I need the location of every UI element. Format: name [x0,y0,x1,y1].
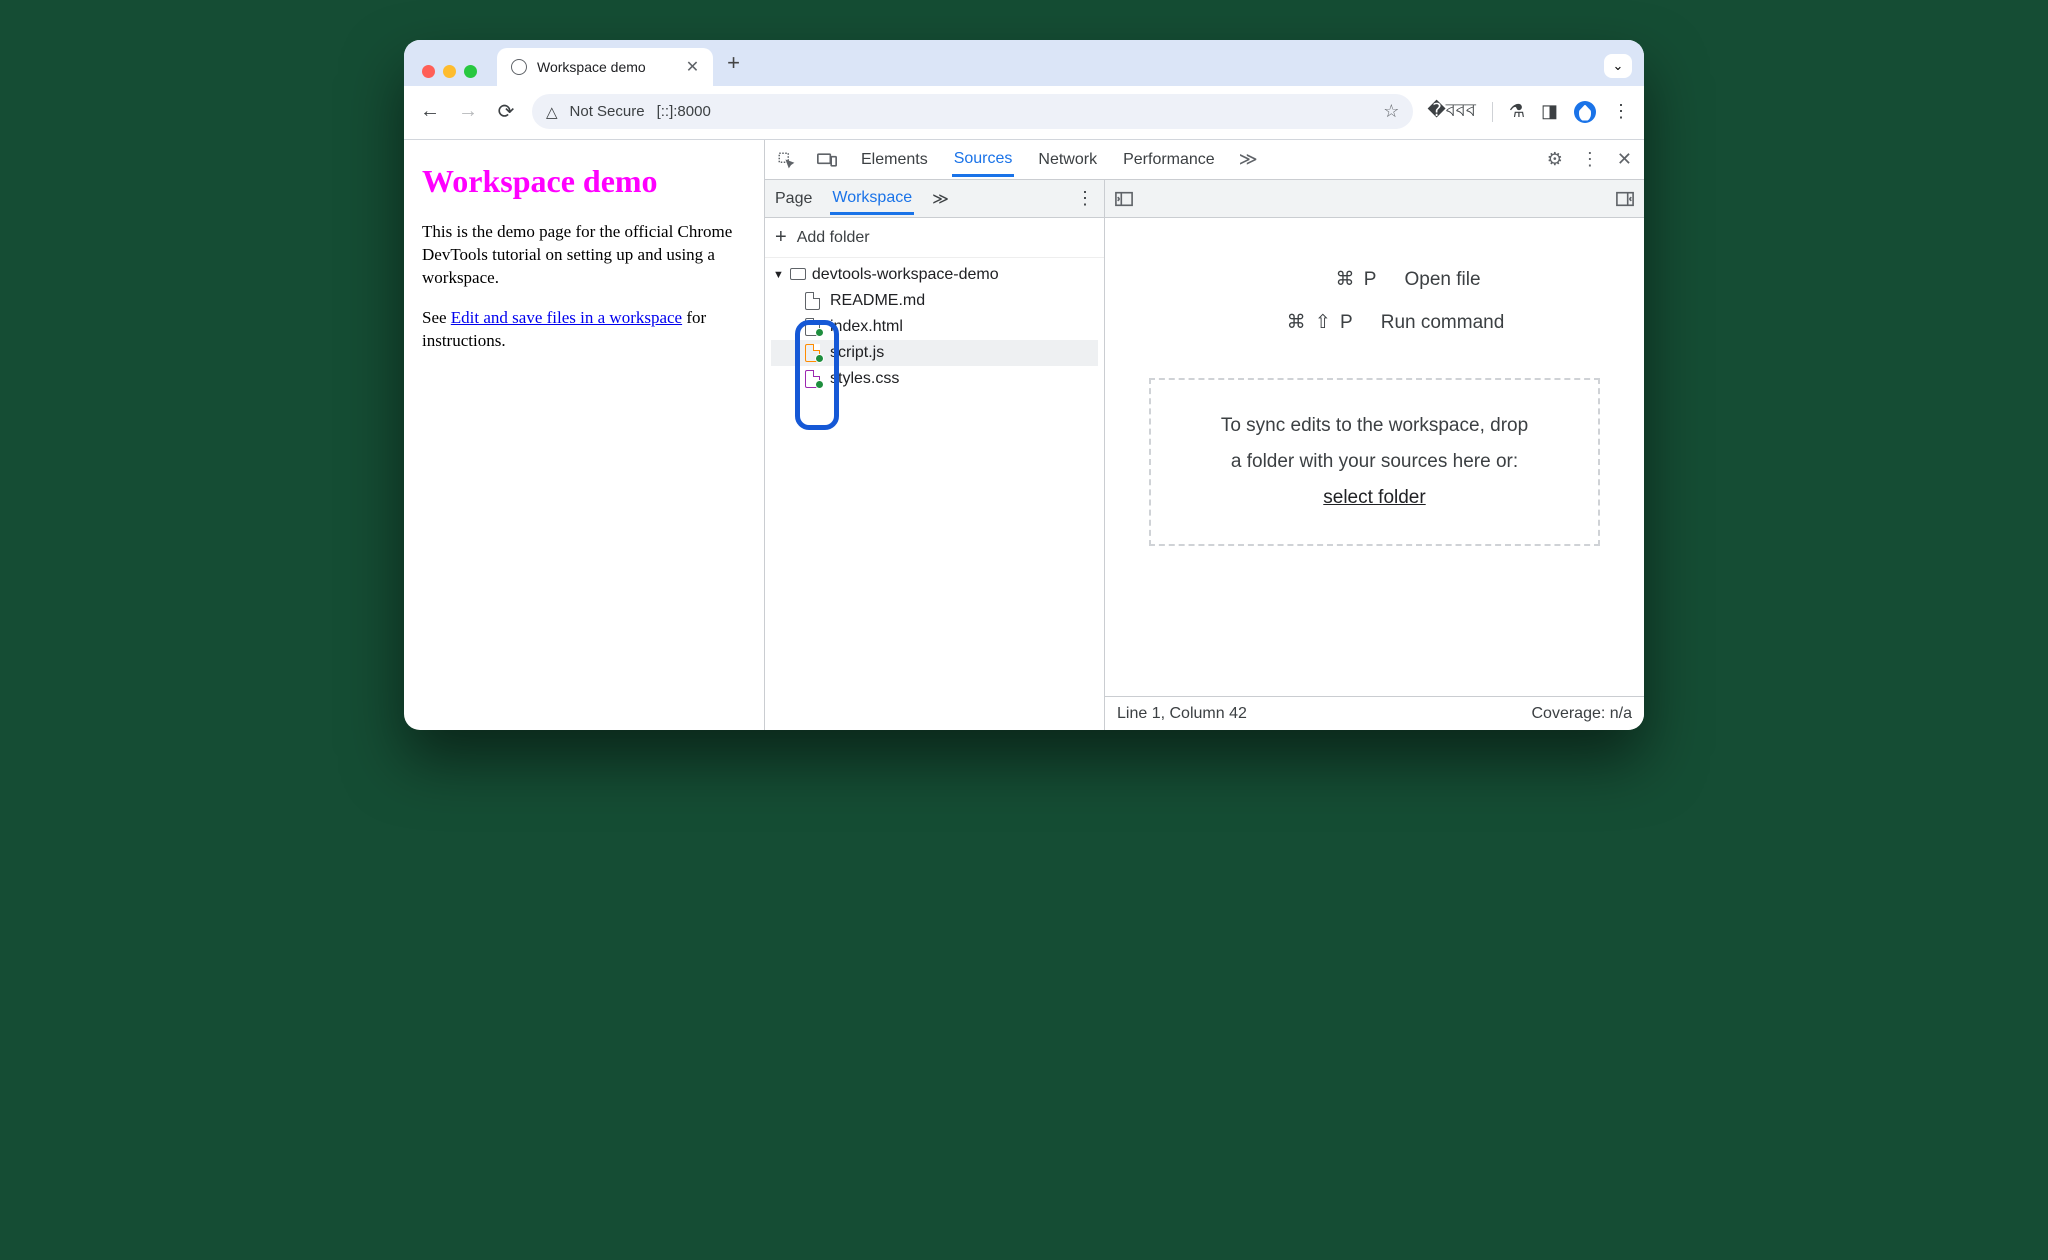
file-tree: ▼ devtools-workspace-demo README.md index… [765,258,1104,396]
navigator-tabs: Page Workspace ≫ ⋮ [765,180,1104,218]
file-icon [805,292,820,310]
tab-title: Workspace demo [537,59,646,75]
mapped-dot-icon [815,354,824,363]
tree-file[interactable]: styles.css [771,366,1098,392]
minimize-window-button[interactable] [443,65,456,78]
browser-window: Workspace demo ✕ + ⌄ ← → ⟳ △ Not Secure … [404,40,1644,730]
select-folder-link[interactable]: select folder [1323,487,1425,508]
editor-statusbar: Line 1, Column 42 Coverage: n/a [1105,696,1644,730]
tab-performance[interactable]: Performance [1121,143,1217,177]
page-heading: Workspace demo [422,160,746,203]
devtools-body: Page Workspace ≫ ⋮ + Add folder ▼ devtoo [765,180,1644,730]
shortcut-label: Open file [1404,269,1480,291]
workspace-dropzone[interactable]: To sync edits to the workspace, drop a f… [1149,378,1601,546]
tab-sources[interactable]: Sources [952,142,1015,177]
browser-toolbar: ← → ⟳ △ Not Secure [::]:8000 ☆ �ববব ⚗ ◨ … [404,86,1644,140]
editor-body: ⌘ P Open file ⌘ ⇧ P Run command To sync … [1105,218,1644,696]
expand-arrow-icon[interactable]: ▼ [773,269,784,281]
globe-icon [511,59,527,75]
divider [1492,102,1493,122]
tab-elements[interactable]: Elements [859,143,930,177]
nav-tab-workspace[interactable]: Workspace [830,183,914,215]
tree-file[interactable]: README.md [771,288,1098,314]
close-devtools-icon[interactable]: ✕ [1617,149,1632,170]
reload-button[interactable]: ⟳ [494,99,518,124]
devtools-menu-icon[interactable]: ⋮ [1581,149,1599,170]
device-mode-icon[interactable] [817,152,837,168]
tree-folder[interactable]: ▼ devtools-workspace-demo [771,262,1098,288]
add-folder-label: Add folder [797,229,870,247]
file-name: index.html [830,318,903,336]
tree-file[interactable]: script.js [771,340,1098,366]
plus-icon: + [775,226,787,249]
content-area: Workspace demo This is the demo page for… [404,140,1644,730]
address-bar[interactable]: △ Not Secure [::]:8000 ☆ [532,94,1413,129]
maximize-window-button[interactable] [464,65,477,78]
back-button[interactable]: ← [418,100,442,123]
coverage-status: Coverage: n/a [1531,705,1632,723]
inspect-icon[interactable] [777,151,795,169]
new-tab-button[interactable]: + [727,50,740,76]
nav-menu-icon[interactable]: ⋮ [1076,188,1094,209]
devtools-panel: Elements Sources Network Performance ≫ ⚙… [764,140,1644,730]
tab-strip: Workspace demo ✕ + ⌄ [404,40,1644,86]
tab-network[interactable]: Network [1036,143,1099,177]
page-paragraph-2: See Edit and save files in a workspace f… [422,307,746,353]
mapped-dot-icon [815,380,824,389]
shortcut-label: Run command [1381,312,1505,334]
url-text: [::]:8000 [657,103,711,120]
tree-file[interactable]: index.html [771,314,1098,340]
bookmark-icon[interactable]: ☆ [1383,101,1399,122]
labs-icon[interactable]: ⚗ [1509,101,1525,122]
editor-topbar [1105,180,1644,218]
drop-text-2: a folder with your sources here or: [1181,444,1569,480]
navigator-pane: Page Workspace ≫ ⋮ + Add folder ▼ devtoo [765,180,1105,730]
page-viewport: Workspace demo This is the demo page for… [404,140,764,730]
close-window-button[interactable] [422,65,435,78]
file-name: script.js [830,344,884,362]
tutorial-link[interactable]: Edit and save files in a workspace [451,308,682,327]
show-navigator-icon[interactable] [1115,191,1133,207]
shortcut-open-file: ⌘ P Open file [1268,268,1480,291]
close-tab-icon[interactable]: ✕ [686,57,699,77]
file-name: styles.css [830,370,899,388]
toolbar-icons: �ববব ⚗ ◨ ⋮ [1427,96,1630,127]
show-debugger-icon[interactable] [1616,191,1634,207]
folder-name: devtools-workspace-demo [812,266,999,284]
editor-pane: ⌘ P Open file ⌘ ⇧ P Run command To sync … [1105,180,1644,730]
profile-avatar[interactable] [1574,101,1596,123]
page-paragraph-1: This is the demo page for the official C… [422,221,746,290]
warning-icon: △ [546,103,558,121]
folder-icon [790,268,806,280]
file-name: README.md [830,292,925,310]
tab-list-button[interactable]: ⌄ [1604,54,1632,78]
browser-tab[interactable]: Workspace demo ✕ [497,48,713,86]
shortcut-run-command: ⌘ ⇧ P Run command [1245,311,1505,334]
drop-text-1: To sync edits to the workspace, drop [1181,408,1569,444]
settings-gear-icon[interactable]: ⚙ [1547,149,1563,170]
nav-tab-page[interactable]: Page [775,190,812,208]
mapped-dot-icon [815,328,824,337]
chrome-menu-icon[interactable]: ⋮ [1612,101,1630,122]
window-controls [416,65,487,86]
cursor-position: Line 1, Column 42 [1117,705,1247,723]
security-label: Not Secure [570,103,645,120]
shortcut-keys: ⌘ P [1268,268,1378,291]
shortcut-keys: ⌘ ⇧ P [1245,311,1355,334]
side-panel-icon[interactable]: ◨ [1541,101,1558,122]
nav-more-tabs-icon[interactable]: ≫ [932,189,949,209]
forward-button[interactable]: → [456,100,480,123]
add-folder-button[interactable]: + Add folder [765,218,1104,258]
extensions-icon[interactable]: �ববব [1427,96,1476,127]
devtools-topbar: Elements Sources Network Performance ≫ ⚙… [765,140,1644,180]
more-tabs-icon[interactable]: ≫ [1239,149,1258,170]
